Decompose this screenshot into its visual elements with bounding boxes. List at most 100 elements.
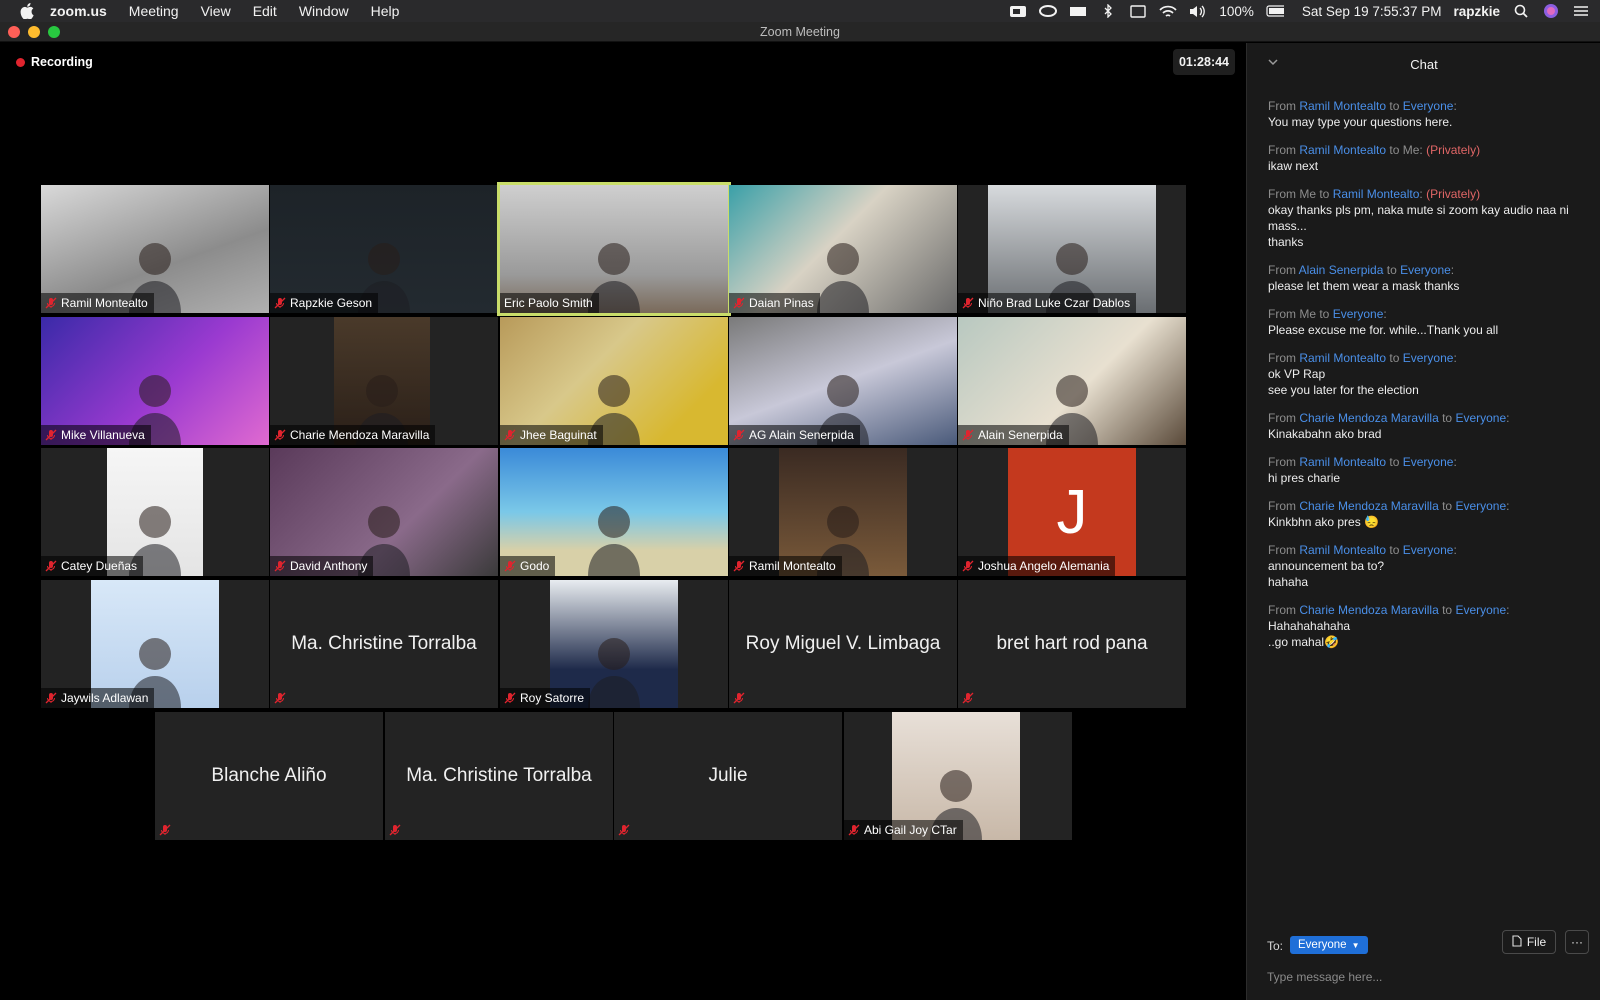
participant-nameplate: Mike Villanueva	[41, 425, 151, 445]
spotlight-search-icon[interactable]	[1512, 4, 1530, 18]
window-title: Zoom Meeting	[760, 24, 840, 39]
siri-icon[interactable]	[1542, 4, 1560, 18]
meta-to-label: to	[1386, 351, 1403, 365]
chat-message-list[interactable]: From Ramil Montealto to Everyone: You may…	[1268, 98, 1588, 662]
chat-sender: Me	[1299, 187, 1317, 201]
maximize-window-button[interactable]	[48, 26, 60, 38]
participant-tile[interactable]: Jaywils Adlawan	[41, 580, 269, 708]
participant-silhouette	[813, 233, 873, 313]
participant-tile[interactable]: Niño Brad Luke Czar Dablos	[958, 185, 1186, 313]
participant-tile[interactable]: David Anthony	[270, 448, 498, 576]
meta-from-label: From	[1268, 263, 1299, 277]
participant-tile[interactable]: Ramil Montealto	[729, 448, 957, 576]
menu-clock[interactable]: Sat Sep 19 7:55:37 PM	[1302, 4, 1442, 19]
meta-from-label: From	[1268, 99, 1300, 113]
meta-colon: :	[1453, 351, 1457, 365]
chat-message: From Me to Everyone: Please excuse me for…	[1268, 306, 1588, 338]
chat-message: From Alain Senerpida to Everyone: please …	[1268, 262, 1588, 294]
recipient-dropdown[interactable]: Everyone ▼	[1290, 936, 1368, 954]
apple-icon[interactable]	[18, 2, 36, 20]
participant-tile[interactable]: Roy Miguel V. Limbaga	[729, 580, 957, 708]
participant-tile[interactable]: Catey Dueñas	[41, 448, 269, 576]
chevron-down-icon[interactable]	[1267, 56, 1281, 70]
participant-tile[interactable]: Abi Gail Joy CTar	[844, 712, 1072, 840]
participant-tile[interactable]: Jhee Baguinat	[500, 317, 728, 445]
recording-dot-icon	[16, 57, 25, 67]
participant-nameplate: Daian Pinas	[729, 293, 820, 313]
participant-name: Jhee Baguinat	[520, 428, 597, 442]
participant-tile[interactable]: Mike Villanueva	[41, 317, 269, 445]
participant-name-placeholder: Blanche Aliño	[211, 765, 327, 786]
participant-tile[interactable]: Ma. Christine Torralba	[385, 712, 613, 840]
participant-tile[interactable]: AG Alain Senerpida	[729, 317, 957, 445]
participant-nameplate: Charie Mendoza Maravilla	[270, 425, 436, 445]
participant-tile[interactable]: Rapzkie Geson	[270, 185, 498, 313]
participant-nameplate: David Anthony	[270, 556, 374, 576]
battery-percent: 100%	[1219, 3, 1254, 19]
creative-cloud-icon[interactable]	[1039, 4, 1058, 18]
file-button[interactable]: File	[1502, 930, 1556, 954]
participant-tile[interactable]: Daian Pinas	[729, 185, 957, 313]
chat-message-text: please let them wear a mask thanks	[1268, 279, 1460, 293]
participant-nameplate	[385, 820, 407, 840]
meta-to-label: to	[1386, 143, 1403, 157]
drive-icon[interactable]	[1069, 4, 1087, 18]
participant-tile[interactable]: bret hart rod pana	[958, 580, 1186, 708]
private-flag: (Privately)	[1422, 143, 1481, 157]
participant-tile[interactable]: Julie	[614, 712, 842, 840]
mic-muted-icon	[159, 824, 171, 836]
minimize-window-button[interactable]	[28, 26, 40, 38]
more-options-button[interactable]: ···	[1565, 930, 1589, 954]
meta-colon: :	[1506, 603, 1510, 617]
chat-recipient: Everyone	[1402, 99, 1454, 113]
participant-tile[interactable]: Roy Satorre	[500, 580, 728, 708]
chat-message: From Charie Mendoza Maravilla to Everyon…	[1268, 498, 1588, 530]
menu-help[interactable]: Help	[371, 3, 400, 19]
participant-nameplate: Jhee Baguinat	[500, 425, 603, 445]
participant-tile[interactable]: Alain Senerpida	[958, 317, 1186, 445]
chat-title: Chat	[1410, 56, 1438, 72]
chat-message-meta: From Ramil Montealto to Everyone:	[1268, 350, 1588, 366]
zoom-status-icon[interactable]	[1009, 4, 1027, 18]
chat-recipient: Ramil Montealto	[1332, 187, 1420, 201]
participant-tile[interactable]: Ramil Montealto	[41, 185, 269, 313]
chat-message-input[interactable]	[1267, 966, 1587, 988]
mic-muted-icon	[274, 429, 286, 441]
chat-recipient: Everyone	[1455, 499, 1507, 513]
mic-muted-icon	[733, 560, 745, 572]
meta-from-label: From	[1268, 455, 1300, 469]
recording-indicator[interactable]: Recording	[16, 55, 93, 69]
menu-view[interactable]: View	[201, 3, 231, 19]
close-window-button[interactable]	[8, 26, 20, 38]
volume-icon[interactable]	[1189, 4, 1207, 18]
participant-name: Joshua Angelo Alemania	[978, 559, 1110, 573]
battery-icon[interactable]	[1266, 4, 1284, 18]
menu-app-name[interactable]: zoom.us	[50, 3, 107, 19]
menu-window[interactable]: Window	[299, 3, 349, 19]
chat-sender: Ramil Montealto	[1299, 143, 1387, 157]
chat-message: From Ramil Montealto to Me: (Privately) i…	[1268, 142, 1588, 174]
notification-center-icon[interactable]	[1572, 4, 1590, 18]
participant-tile[interactable]: Ma. Christine Torralba	[270, 580, 498, 708]
participant-tile[interactable]: Blanche Aliño	[155, 712, 383, 840]
menu-meeting[interactable]: Meeting	[129, 3, 179, 19]
menu-edit[interactable]: Edit	[253, 3, 277, 19]
meta-to-label: to	[1386, 455, 1403, 469]
participant-tile[interactable]: Charie Mendoza Maravilla	[270, 317, 498, 445]
menu-user[interactable]: rapzkie	[1453, 4, 1500, 19]
participant-tile[interactable]: Godo	[500, 448, 728, 576]
participant-name: Ramil Montealto	[61, 296, 148, 310]
meta-from-label: From	[1268, 411, 1300, 425]
participant-tile[interactable]: J Joshua Angelo Alemania	[958, 448, 1186, 576]
mic-muted-icon	[45, 297, 57, 309]
participant-name-placeholder: Ma. Christine Torralba	[406, 765, 592, 786]
participant-nameplate: Niño Brad Luke Czar Dablos	[958, 293, 1137, 313]
bluetooth-icon[interactable]	[1099, 4, 1117, 18]
display-icon[interactable]	[1129, 4, 1147, 18]
meta-from-label: From	[1268, 187, 1300, 201]
participant-tile[interactable]: Eric Paolo Smith	[497, 182, 731, 316]
chat-message: From Charie Mendoza Maravilla to Everyon…	[1268, 602, 1588, 650]
wifi-icon[interactable]	[1159, 4, 1177, 18]
participant-name: Godo	[520, 559, 550, 573]
participant-nameplate: Eric Paolo Smith	[500, 293, 599, 313]
